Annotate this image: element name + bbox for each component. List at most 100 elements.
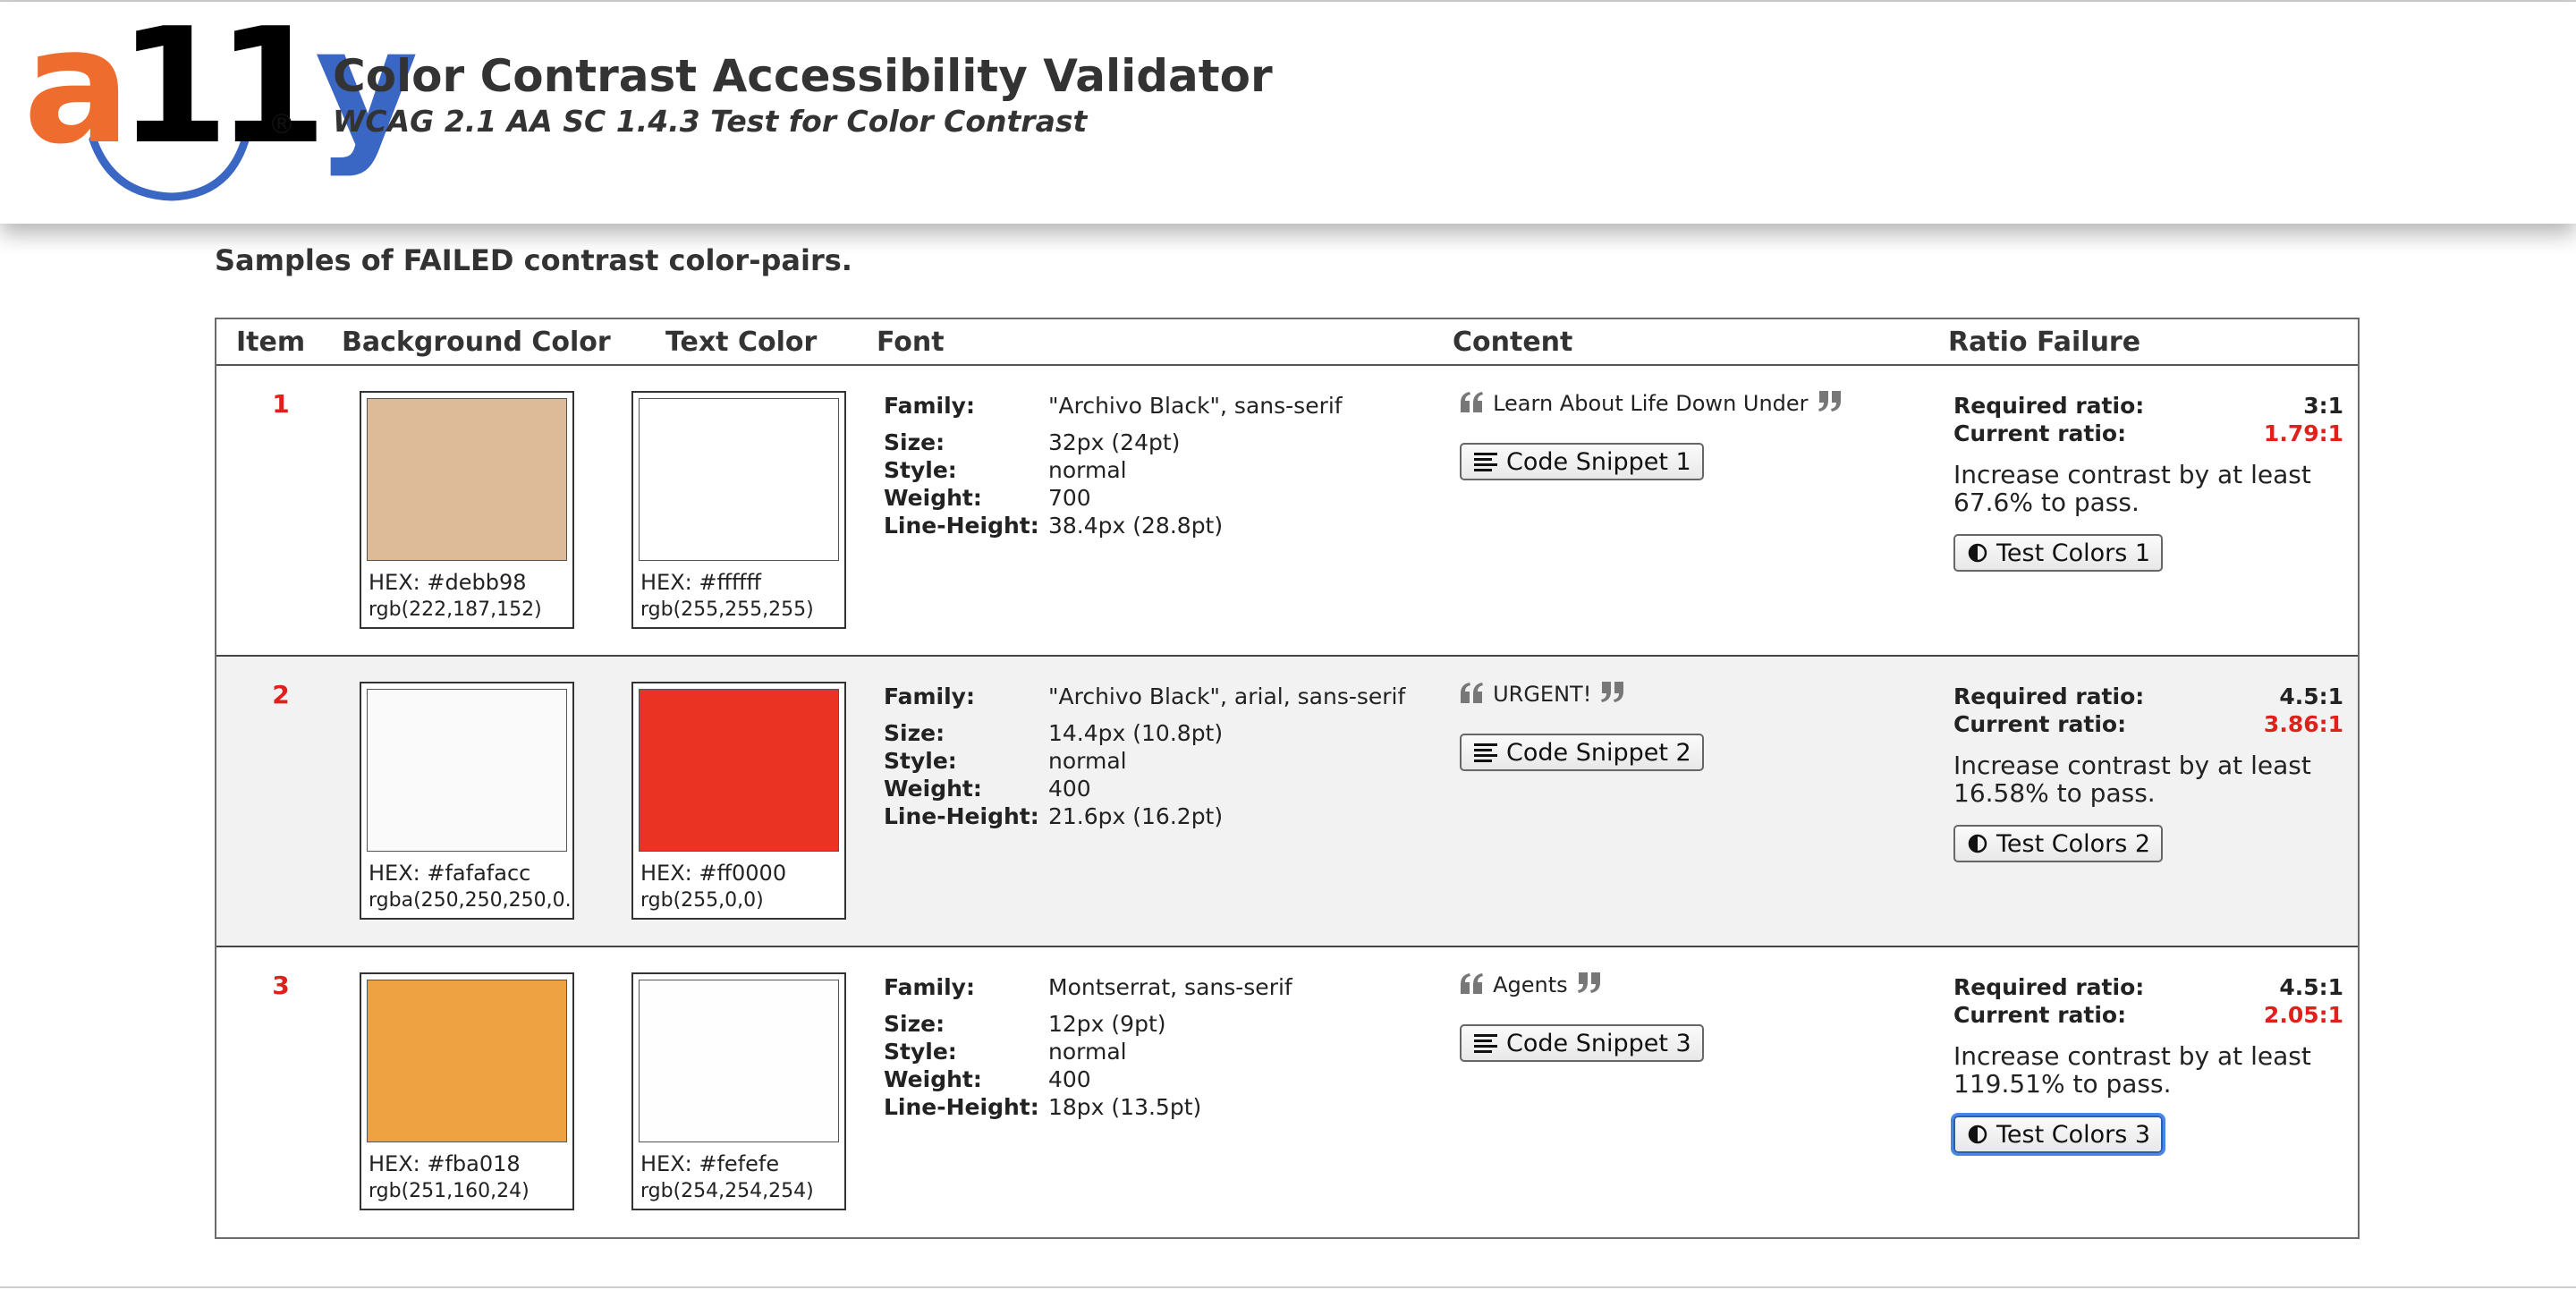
font-style-value: normal: [1048, 457, 1127, 483]
align-left-icon: [1474, 1033, 1497, 1053]
weight-label: Weight:: [884, 485, 982, 511]
font-size-value: 12px (9pt): [1048, 1011, 1166, 1037]
item-number: 1: [272, 389, 290, 419]
background-rgb: rgb(251,160,24): [369, 1180, 530, 1202]
required-ratio-value: 4.5:1: [2279, 974, 2343, 1000]
font-family-value: "Archivo Black", arial, sans-serif: [1048, 683, 1406, 709]
code-snippet-label: Code Snippet 3: [1506, 1029, 1691, 1057]
column-header-item: Item: [236, 327, 306, 358]
test-colors-label: Test Colors 1: [1996, 539, 2151, 567]
required-ratio-label: Required ratio:: [1953, 974, 2145, 1000]
background-hex: HEX: #fafafacc: [369, 861, 531, 886]
font-details: Family: Montserrat, sans-serif Size: 12px …: [884, 974, 1420, 1122]
text-color-swatch: HEX: #ffffff rgb(255,255,255): [631, 391, 846, 629]
column-header-font: Font: [877, 327, 945, 358]
text-color-sample: [639, 398, 839, 561]
size-label: Size:: [884, 429, 945, 455]
required-ratio-value: 3:1: [2303, 393, 2343, 419]
line-height-value: 21.6px (16.2pt): [1048, 803, 1224, 829]
family-label: Family:: [884, 974, 975, 1000]
current-ratio-value: 2.05:1: [2263, 1002, 2343, 1028]
text-color-sample: [639, 980, 839, 1142]
content-cell: Learn About Life Down Under Code Snippet…: [1460, 391, 1925, 480]
font-size-value: 32px (24pt): [1048, 429, 1181, 455]
current-ratio-label: Current ratio:: [1953, 420, 2127, 446]
content-text: Agents: [1493, 972, 1568, 997]
item-number: 2: [272, 680, 290, 709]
quote-open-icon: [1460, 391, 1483, 416]
text-rgb: rgb(255,255,255): [640, 598, 814, 621]
section-heading: Samples of FAILED contrast color-pairs.: [215, 243, 852, 277]
current-ratio-value: 3.86:1: [2263, 711, 2343, 737]
content-cell: URGENT! Code Snippet 2: [1460, 682, 1925, 771]
test-colors-label: Test Colors 2: [1996, 829, 2151, 858]
weight-label: Weight:: [884, 1066, 982, 1092]
site-header: a11y ® Color Contrast Accessibility Vali…: [0, 2, 2576, 224]
line-height-label: Line-Height:: [884, 513, 1039, 539]
contrast-icon: [1968, 1125, 1987, 1144]
current-ratio-label: Current ratio:: [1953, 711, 2127, 737]
style-label: Style:: [884, 1039, 957, 1065]
size-label: Size:: [884, 1011, 945, 1037]
font-family-value: "Archivo Black", sans-serif: [1048, 393, 1343, 419]
bottom-border: [0, 1286, 2576, 1288]
test-colors-button[interactable]: Test Colors 1: [1953, 534, 2164, 572]
line-height-label: Line-Height:: [884, 803, 1039, 829]
code-snippet-label: Code Snippet 2: [1506, 738, 1691, 767]
font-size-value: 14.4px (10.8pt): [1048, 720, 1224, 746]
line-height-label: Line-Height:: [884, 1094, 1039, 1120]
contrast-advice: Increase contrast by at least 67.6% to p…: [1953, 460, 2311, 517]
quote-open-icon: [1460, 972, 1483, 997]
background-color-sample: [367, 689, 567, 852]
required-ratio-label: Required ratio:: [1953, 393, 2145, 419]
quote-close-icon: [1818, 391, 1842, 416]
font-weight-value: 700: [1048, 485, 1091, 511]
contrast-advice: Increase contrast by at least 16.58% to …: [1953, 751, 2311, 808]
font-family-value: Montserrat, sans-serif: [1048, 974, 1292, 1000]
style-label: Style:: [884, 457, 957, 483]
results-table: Item Background Color Text Color Font Co…: [215, 318, 2360, 1239]
background-color-sample: [367, 980, 567, 1142]
weight-label: Weight:: [884, 776, 982, 802]
contrast-icon: [1968, 543, 1987, 563]
code-snippet-button[interactable]: Code Snippet 3: [1460, 1024, 1704, 1062]
test-colors-label: Test Colors 3: [1996, 1120, 2151, 1149]
content-text: URGENT!: [1493, 682, 1592, 707]
test-colors-button[interactable]: Test Colors 2: [1953, 825, 2164, 862]
background-swatch: HEX: #fba018 rgb(251,160,24): [360, 972, 574, 1210]
content-sample: Learn About Life Down Under: [1460, 391, 1925, 427]
content-sample: Agents: [1460, 972, 1925, 1008]
column-header-background: Background Color: [342, 327, 611, 358]
size-label: Size:: [884, 720, 945, 746]
style-label: Style:: [884, 748, 957, 774]
background-rgb: rgb(222,187,152): [369, 598, 542, 621]
ratio-cell: Required ratio: 4.5:1 Current ratio: 3.86:…: [1953, 683, 2343, 862]
quote-close-icon: [1601, 682, 1624, 707]
font-weight-value: 400: [1048, 1066, 1091, 1092]
background-hex: HEX: #debb98: [369, 570, 527, 595]
current-ratio-label: Current ratio:: [1953, 1002, 2127, 1028]
column-header-content: Content: [1453, 327, 1573, 358]
font-details: Family: "Archivo Black", sans-serif Size:…: [884, 393, 1420, 540]
ratio-cell: Required ratio: 3:1 Current ratio: 1.79:1 …: [1953, 393, 2343, 572]
code-snippet-button[interactable]: Code Snippet 1: [1460, 443, 1704, 480]
test-colors-button[interactable]: Test Colors 3: [1950, 1113, 2166, 1156]
font-style-value: normal: [1048, 1039, 1127, 1065]
a11y-logo: a11y ®: [23, 7, 419, 202]
code-snippet-label: Code Snippet 1: [1506, 447, 1691, 476]
text-hex: HEX: #ffffff: [640, 570, 762, 595]
registered-mark: ®: [268, 109, 295, 140]
table-row: 1 HEX: #debb98 rgb(222,187,152) HEX: #ff…: [216, 366, 2358, 657]
family-label: Family:: [884, 683, 975, 709]
font-style-value: normal: [1048, 748, 1127, 774]
text-color-swatch: HEX: #fefefe rgb(254,254,254): [631, 972, 846, 1210]
content-cell: Agents Code Snippet 3: [1460, 972, 1925, 1062]
current-ratio-value: 1.79:1: [2263, 420, 2343, 446]
code-snippet-button[interactable]: Code Snippet 2: [1460, 734, 1704, 771]
contrast-advice: Increase contrast by at least 119.51% to…: [1953, 1041, 2311, 1099]
text-color-sample: [639, 689, 839, 852]
background-swatch: HEX: #debb98 rgb(222,187,152): [360, 391, 574, 629]
background-rgb: rgba(250,250,250,0.8): [369, 889, 571, 912]
text-hex: HEX: #ff0000: [640, 861, 787, 886]
table-row: 2 HEX: #fafafacc rgba(250,250,250,0.8) H…: [216, 657, 2358, 947]
